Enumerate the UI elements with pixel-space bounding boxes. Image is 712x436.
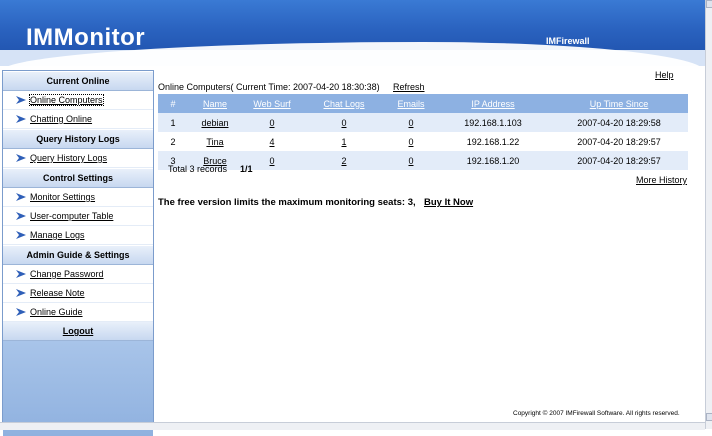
col-up-time[interactable]: Up Time Since	[550, 94, 688, 113]
header-banner: IMMonitor IMFirewall	[0, 0, 705, 66]
nav-query-history-logs[interactable]: Query History Logs	[3, 149, 153, 168]
up-time-since: 2007-04-20 18:29:57	[550, 132, 688, 151]
ip-address: 192.168.1.20	[436, 151, 550, 170]
nav-user-computer-table-link[interactable]: User-computer Table	[30, 211, 113, 221]
arrow-icon	[16, 193, 26, 201]
scroll-down-button[interactable]	[706, 413, 712, 421]
nav-chatting-online[interactable]: Chatting Online	[3, 110, 153, 129]
arrow-icon	[16, 308, 26, 316]
section-current-online: Current Online	[3, 71, 153, 91]
scroll-up-button[interactable]	[706, 0, 712, 8]
web-surf-count-link[interactable]: 0	[269, 118, 274, 128]
arrow-icon	[16, 96, 26, 104]
nav-online-computers-link[interactable]: Online Computers	[29, 94, 104, 106]
emails-count-link[interactable]: 0	[408, 156, 413, 166]
up-time-since: 2007-04-20 18:29:57	[550, 151, 688, 170]
col-web-surf[interactable]: Web Surf	[242, 94, 302, 113]
nav-query-history-logs-link[interactable]: Query History Logs	[30, 153, 107, 163]
nav-release-note[interactable]: Release Note	[3, 284, 153, 303]
section-query-history: Query History Logs	[3, 129, 153, 149]
col-ip-address[interactable]: IP Address	[436, 94, 550, 113]
col-number: #	[158, 94, 188, 113]
nav-change-password-link[interactable]: Change Password	[30, 269, 104, 279]
section-admin-guide: Admin Guide & Settings	[3, 245, 153, 265]
nav-online-guide-link[interactable]: Online Guide	[30, 307, 83, 317]
buy-it-now-link[interactable]: Buy It Now	[424, 197, 473, 208]
nav-user-computer-table[interactable]: User-computer Table	[3, 207, 153, 226]
vertical-scrollbar[interactable]	[705, 0, 712, 429]
col-emails[interactable]: Emails	[386, 94, 436, 113]
ip-address: 192.168.1.103	[436, 113, 550, 132]
computer-name-link[interactable]: debian	[201, 118, 228, 128]
table-row: 3 Bruce 0 2 0 192.168.1.20 2007-04-20 18…	[158, 151, 688, 170]
nav-monitor-settings-link[interactable]: Monitor Settings	[30, 192, 95, 202]
nav-manage-logs-link[interactable]: Manage Logs	[30, 230, 85, 240]
table-header-row: # Name Web Surf Chat Logs Emails IP Addr…	[158, 94, 688, 113]
page-indicator: 1/1	[240, 164, 253, 174]
col-name[interactable]: Name	[188, 94, 242, 113]
refresh-link[interactable]: Refresh	[393, 82, 425, 92]
arrow-icon	[16, 154, 26, 162]
online-computers-table: # Name Web Surf Chat Logs Emails IP Addr…	[158, 94, 688, 170]
more-history-link[interactable]: More History	[636, 175, 687, 185]
nav-change-password[interactable]: Change Password	[3, 265, 153, 284]
nav-release-note-link[interactable]: Release Note	[30, 288, 85, 298]
web-surf-count-link[interactable]: 4	[269, 137, 274, 147]
nav-online-guide[interactable]: Online Guide	[3, 303, 153, 322]
arrow-icon	[16, 231, 26, 239]
table-row: 2 Tina 4 1 0 192.168.1.22 2007-04-20 18:…	[158, 132, 688, 151]
help-link[interactable]: Help	[655, 70, 674, 80]
row-number: 2	[158, 132, 188, 151]
copyright-footer: Copyright © 2007 IMFirewall Software. Al…	[513, 410, 680, 417]
license-limit-notice: The free version limits the maximum moni…	[158, 197, 416, 208]
arrow-icon	[16, 115, 26, 123]
table-row: 1 debian 0 0 0 192.168.1.103 2007-04-20 …	[158, 113, 688, 132]
row-number: 1	[158, 113, 188, 132]
chat-logs-count-link[interactable]: 2	[341, 156, 346, 166]
nav-manage-logs[interactable]: Manage Logs	[3, 226, 153, 245]
nav-chatting-online-link[interactable]: Chatting Online	[30, 114, 92, 124]
chat-logs-count-link[interactable]: 1	[341, 137, 346, 147]
page-title: Online Computers( Current Time: 2007-04-…	[158, 82, 380, 92]
app-logo: IMMonitor	[26, 24, 146, 51]
arrow-icon	[16, 212, 26, 220]
emails-count-link[interactable]: 0	[408, 118, 413, 128]
logout-item[interactable]: Logout	[3, 322, 153, 341]
web-surf-count-link[interactable]: 0	[269, 156, 274, 166]
nav-monitor-settings[interactable]: Monitor Settings	[3, 188, 153, 207]
section-control-settings: Control Settings	[3, 168, 153, 188]
nav-online-computers[interactable]: Online Computers	[3, 91, 153, 110]
chat-logs-count-link[interactable]: 0	[341, 118, 346, 128]
emails-count-link[interactable]: 0	[408, 137, 413, 147]
sidebar: Current Online Online Computers Chatting…	[2, 70, 154, 436]
arrow-icon	[16, 289, 26, 297]
col-chat-logs[interactable]: Chat Logs	[302, 94, 386, 113]
up-time-since: 2007-04-20 18:29:58	[550, 113, 688, 132]
arrow-icon	[16, 270, 26, 278]
total-records: Total 3 records	[168, 164, 228, 174]
logout-link[interactable]: Logout	[63, 326, 94, 336]
computer-name-link[interactable]: Tina	[206, 137, 223, 147]
product-name: IMFirewall	[546, 36, 590, 46]
ip-address: 192.168.1.22	[436, 132, 550, 151]
